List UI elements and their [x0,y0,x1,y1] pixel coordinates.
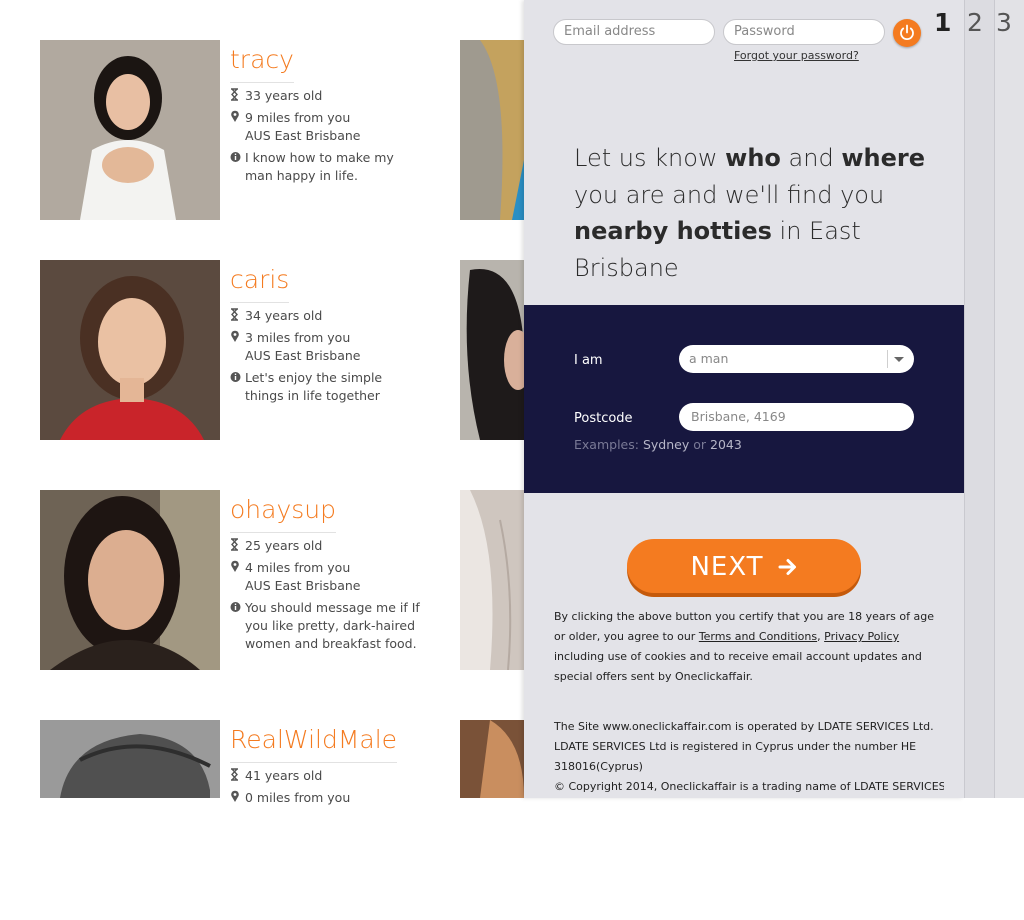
step-2-indicator[interactable]: 2 [967,8,983,37]
forgot-password-link[interactable]: Forgot your password? [734,49,859,62]
hourglass-icon [230,538,240,552]
profile-location: AUS East Brisbane [245,128,361,143]
postcode-input[interactable]: Brisbane, 4169 [679,403,914,431]
headline-text: Let us know [574,144,726,172]
distance-row: 0 miles from you [230,789,420,807]
profile-distance: 9 miles from you [245,110,351,125]
headline-text: and [780,144,842,172]
headline-bold: where [841,144,925,172]
location-pin-icon [230,110,240,124]
distance-row: 3 miles from you AUS East Brisbane [230,329,420,365]
location-pin-icon [230,330,240,344]
headline-bold: who [725,144,781,172]
postcode-label: Postcode [574,411,633,426]
headline: Let us know who and where you are and we… [574,140,934,286]
age-row: 25 years old [230,537,420,555]
info-icon [230,150,241,164]
profile-photo[interactable] [460,40,524,220]
profile-photo[interactable] [40,720,220,798]
gender-select-value: a man [689,351,729,366]
profile-bio: You should message me if If you like pre… [245,600,420,651]
info-icon [230,370,241,384]
step-3-indicator[interactable]: 3 [996,8,1012,37]
location-pin-icon [230,560,240,574]
example-value: Sydney [642,437,690,452]
bio-row: You should message me if If you like pre… [230,599,420,653]
profile-photo[interactable] [40,490,220,670]
profile-photo[interactable] [460,490,524,670]
example-value: 2043 [710,437,742,452]
step-2-panel-edge[interactable] [964,0,995,798]
terms-link[interactable]: Terms and Conditions [699,630,817,643]
profile-photo[interactable] [40,260,220,440]
profile-age: 25 years old [245,538,323,553]
distance-row: 9 miles from you AUS East Brisbane [230,109,420,145]
gender-select[interactable]: a man [679,345,914,373]
consent-text: By clicking the above button you certify… [554,607,940,687]
gender-label: I am [574,353,603,368]
profile-bio: I know how to make my man happy in life. [245,150,394,183]
password-field[interactable]: Password [723,19,885,45]
profile-name[interactable]: caris [230,260,290,303]
operator-text: The Site www.oneclickaffair.com is opera… [554,720,934,773]
examples-prefix: Examples: [574,437,639,452]
profile-card[interactable]: RealWildMale 41 years old 0 miles from y… [40,720,440,920]
step-3-panel-edge[interactable] [994,0,1024,798]
profile-age: 34 years old [245,308,323,323]
age-row: 33 years old [230,87,420,105]
next-button[interactable]: NEXT [627,539,861,593]
arrow-right-icon [778,558,796,575]
search-form: I am a man Postcode Brisbane, 4169 Examp… [524,305,964,493]
headline-text: you are and we'll find you [574,180,885,209]
copyright-text: © Copyright 2014, Oneclickaffair is a tr… [554,780,944,793]
chevron-down-icon [894,357,904,362]
step-1-indicator[interactable]: 1 [934,8,951,37]
hourglass-icon [230,308,240,322]
profile-distance: 3 miles from you [245,330,351,345]
profile-card[interactable]: caris 34 years old 3 miles from you AUS E… [40,260,440,460]
headline-bold: nearby hotties [574,217,772,245]
postcode-examples: Examples: Sydney or 2043 [574,437,742,452]
login-button[interactable] [893,19,921,47]
profile-photo[interactable] [40,40,220,220]
bio-row: I know how to make my man happy in life. [230,149,420,185]
hourglass-icon [230,768,240,782]
select-divider [887,350,888,368]
profile-bio: Let's enjoy the simple things in life to… [245,370,383,403]
profile-age: 33 years old [245,88,323,103]
next-button-label: NEXT [690,551,764,582]
hourglass-icon [230,88,240,102]
distance-row: 4 miles from you AUS East Brisbane [230,559,420,595]
profile-photo[interactable] [460,720,524,798]
examples-or: or [693,437,707,452]
privacy-link[interactable]: Privacy Policy [824,630,899,643]
consent-text-part: including use of cookies and to receive … [554,650,922,683]
profile-name[interactable]: tracy [230,40,294,83]
age-row: 34 years old [230,307,420,325]
profile-age: 41 years old [245,768,323,783]
location-pin-icon [230,790,240,804]
profile-distance: 4 miles from you [245,560,351,575]
profile-location: AUS East Brisbane [245,578,361,593]
age-row: 41 years old [230,767,420,785]
profile-name[interactable]: ohaysup [230,490,336,533]
email-field[interactable]: Email address [553,19,715,45]
profile-location: AUS East Brisbane [245,348,361,363]
info-icon [230,600,241,614]
profile-name[interactable]: RealWildMale [230,720,398,763]
bio-row: Let's enjoy the simple things in life to… [230,369,420,405]
power-icon [900,24,914,40]
profile-card[interactable]: tracy 33 years old 9 miles from you AUS E… [40,40,440,240]
profile-photo[interactable] [460,260,524,440]
profile-card[interactable]: ohaysup 25 years old 4 miles from you AUS… [40,490,440,690]
